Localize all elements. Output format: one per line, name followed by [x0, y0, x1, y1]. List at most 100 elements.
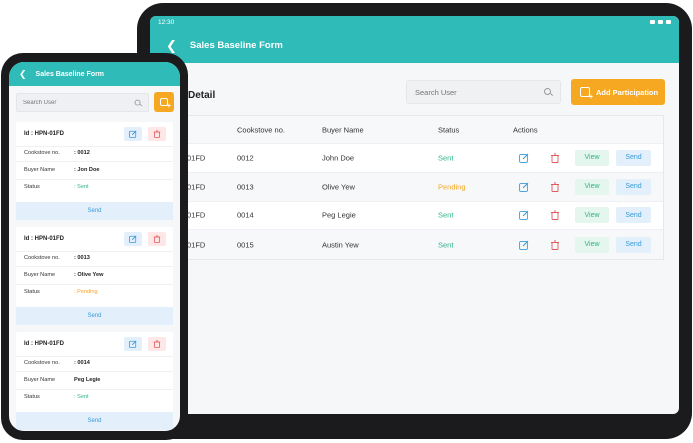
- view-button[interactable]: View: [575, 149, 609, 166]
- add-participation-button[interactable]: Add Participation: [571, 79, 665, 105]
- phone-screen: ❮ Sales Baseline Form Id : HPN-01FD Cook…: [9, 62, 180, 431]
- send-button[interactable]: Send: [616, 178, 651, 195]
- add-document-icon: [580, 87, 593, 101]
- divider: [16, 251, 173, 252]
- cookstove-value: : 0013: [74, 255, 90, 261]
- row-id: 01FD: [187, 210, 206, 220]
- delete-icon[interactable]: [550, 182, 560, 192]
- view-button[interactable]: View: [575, 178, 609, 195]
- tablet-device: 12:30 ❮ Sales Baseline Form Detail Add P…: [137, 3, 692, 439]
- status-icons: [650, 20, 671, 24]
- status-label: Status: [24, 184, 40, 190]
- record-card: Id : HPN-01FD Cookstove no. : 0012 Buyer…: [16, 122, 173, 220]
- row-id: 01FD: [187, 182, 206, 192]
- record-card: Id : HPN-01FD Cookstove no. : 0014 Buyer…: [16, 332, 173, 430]
- detail-table: Cookstove no. Buyer Name Status Actions …: [150, 115, 664, 260]
- table-row: 01FD 0014 Peg Legie Sent View Send: [150, 202, 663, 231]
- edit-icon[interactable]: [519, 153, 529, 163]
- section-title: Detail: [188, 90, 216, 101]
- record-card: Id : HPN-01FD Cookstove no. : 0013 Buyer…: [16, 227, 173, 325]
- search-input[interactable]: [415, 87, 525, 97]
- buyer-label: Buyer Name: [24, 272, 56, 278]
- buyer-value: : Jon Doe: [74, 167, 100, 173]
- column-header-buyer: Buyer Name: [322, 125, 364, 134]
- row-buyer: Olive Yew: [322, 182, 355, 192]
- row-cookstove: 0012: [237, 153, 254, 163]
- edit-icon[interactable]: [124, 337, 142, 351]
- view-button[interactable]: View: [575, 236, 609, 253]
- cookstove-value: : 0014: [74, 360, 90, 366]
- delete-icon[interactable]: [148, 127, 166, 141]
- cookstove-value: : 0012: [74, 150, 90, 156]
- delete-icon[interactable]: [148, 232, 166, 246]
- cookstove-label: Cookstove no.: [24, 150, 60, 156]
- phone-search-box[interactable]: [16, 93, 149, 112]
- delete-icon[interactable]: [148, 337, 166, 351]
- back-arrow-icon[interactable]: ❮: [166, 39, 177, 52]
- column-header-status: Status: [438, 125, 460, 134]
- edit-icon[interactable]: [124, 127, 142, 141]
- table-row: 01FD 0012 John Doe Sent View Send: [150, 144, 663, 173]
- phone-device: ❮ Sales Baseline Form Id : HPN-01FD Cook…: [1, 53, 188, 440]
- add-participation-label: Add Participation: [596, 87, 659, 97]
- row-status: Sent: [438, 210, 454, 220]
- table-header-row: Cookstove no. Buyer Name Status Actions: [150, 116, 663, 144]
- back-arrow-icon[interactable]: ❮: [19, 69, 27, 79]
- table-row: 01FD 0015 Austin Yew Sent View Send: [150, 230, 663, 260]
- send-button[interactable]: Send: [616, 207, 651, 224]
- status-time: 12:30: [158, 18, 175, 26]
- status-label: Status: [24, 289, 40, 295]
- send-button[interactable]: Send: [16, 412, 173, 430]
- edit-icon[interactable]: [519, 240, 529, 250]
- send-button[interactable]: Send: [616, 236, 651, 253]
- delete-icon[interactable]: [550, 240, 560, 250]
- table-row: 01FD 0013 Olive Yew Pending View Send: [150, 172, 663, 202]
- send-button[interactable]: Send: [16, 307, 173, 325]
- toolbar: Detail Add Participation: [150, 63, 679, 115]
- row-buyer: Austin Yew: [322, 240, 359, 250]
- divider: [16, 356, 173, 357]
- buyer-label: Buyer Name: [24, 167, 56, 173]
- column-header-actions: Actions: [513, 125, 538, 134]
- search-icon[interactable]: [134, 99, 142, 106]
- delete-icon[interactable]: [550, 153, 560, 163]
- edit-icon[interactable]: [519, 210, 529, 221]
- status-value: : Sent: [74, 184, 89, 190]
- status-label: Status: [24, 394, 40, 400]
- row-cookstove: 0014: [237, 210, 254, 220]
- send-button[interactable]: Send: [16, 202, 173, 220]
- phone-page-title: Sales Baseline Form: [35, 70, 105, 78]
- phone-toolbar: [9, 86, 180, 118]
- add-document-icon: [160, 98, 171, 110]
- send-button[interactable]: Send: [616, 149, 651, 166]
- status-bar: 12:30: [150, 16, 679, 28]
- divider: [16, 161, 173, 162]
- edit-icon[interactable]: [124, 232, 142, 246]
- status-value: : Sent: [74, 394, 89, 400]
- divider: [16, 284, 173, 285]
- phone-add-button[interactable]: [154, 92, 174, 112]
- divider: [16, 146, 173, 147]
- view-button[interactable]: View: [575, 207, 609, 224]
- row-status: Pending: [438, 182, 466, 192]
- divider: [16, 371, 173, 372]
- divider: [16, 266, 173, 267]
- divider: [16, 179, 173, 180]
- delete-icon[interactable]: [550, 210, 560, 221]
- column-header-cookstove: Cookstove no.: [237, 125, 285, 134]
- buyer-value: Peg Legie: [74, 377, 101, 383]
- divider: [16, 389, 173, 390]
- cookstove-label: Cookstove no.: [24, 360, 60, 366]
- page-title: Sales Baseline Form: [189, 40, 283, 51]
- status-value: : Pending: [74, 289, 98, 295]
- row-buyer: John Doe: [322, 153, 355, 163]
- row-cookstove: 0013: [237, 182, 254, 192]
- row-id: 01FD: [187, 240, 206, 250]
- search-box[interactable]: [406, 80, 561, 104]
- phone-header: ❮ Sales Baseline Form: [9, 62, 180, 86]
- search-icon[interactable]: [544, 88, 552, 96]
- row-status: Sent: [438, 240, 454, 250]
- phone-search-input[interactable]: [23, 99, 113, 106]
- edit-icon[interactable]: [519, 182, 529, 192]
- cookstove-label: Cookstove no.: [24, 255, 60, 261]
